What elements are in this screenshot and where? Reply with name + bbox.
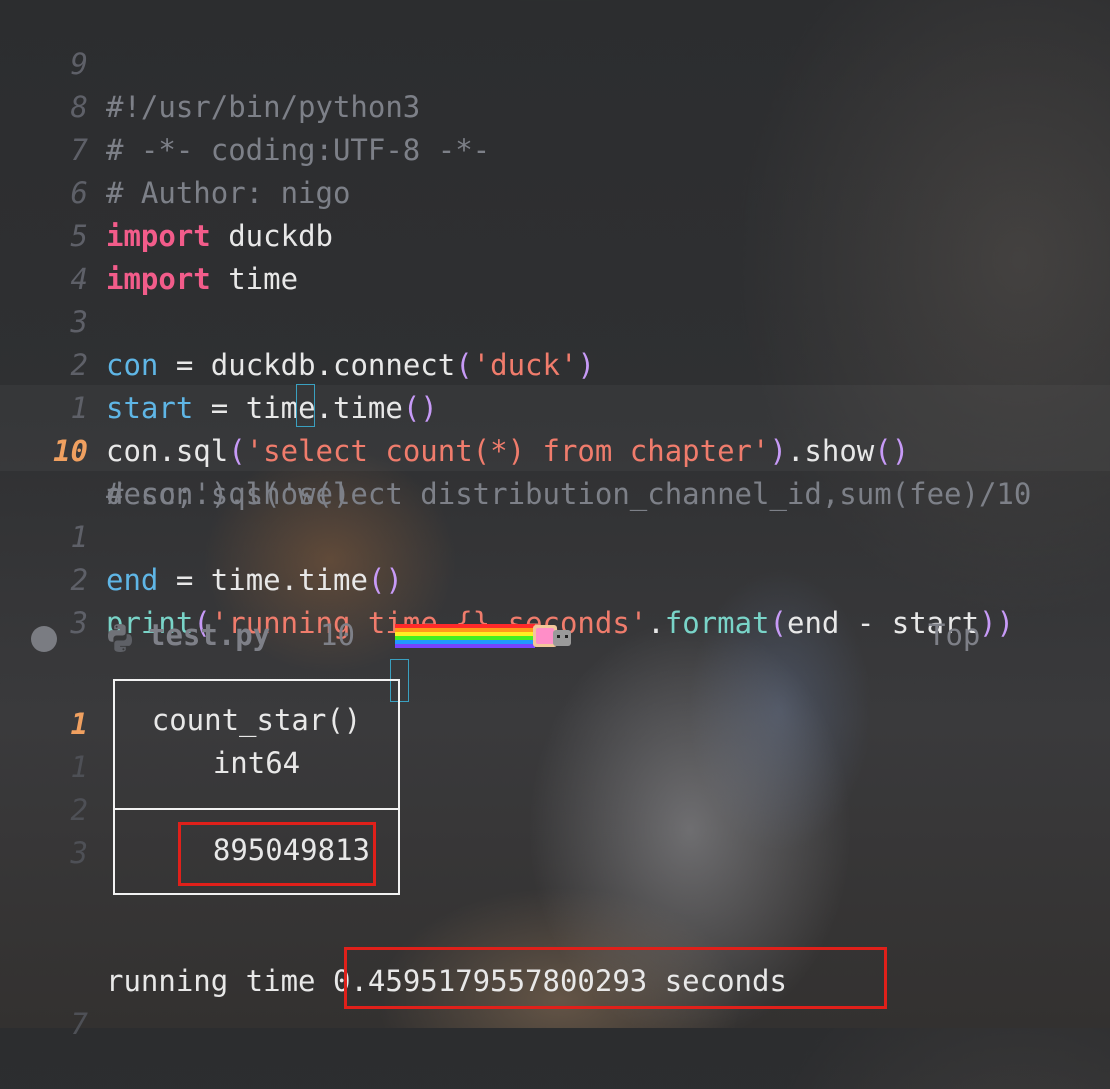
paren: (): [874, 434, 910, 468]
code-line-connect[interactable]: 3 con = duckdb.connect('duck'): [0, 258, 595, 382]
column-type: int64: [212, 746, 301, 780]
code-line-end[interactable]: 1 end = time.time(): [0, 473, 403, 597]
status-dot-icon: [31, 626, 57, 652]
output-line: 3: [0, 789, 88, 870]
line-number: 7: [70, 1007, 88, 1041]
scroll-position: Top: [928, 618, 981, 652]
function: con.sql: [106, 434, 229, 468]
keyword: import: [106, 219, 211, 253]
code-token: duckdb: [210, 219, 333, 253]
variable: con: [106, 348, 159, 382]
code-token: .show: [786, 434, 875, 468]
keyword: import: [106, 262, 211, 296]
code-text: con.sql('select count(*) from chapter').…: [106, 430, 909, 473]
code-comment: desc;').show(): [106, 477, 351, 511]
code-line-empty[interactable]: 4: [0, 215, 88, 296]
code-line-shebang[interactable]: 9 #!/usr/bin/python3: [0, 0, 421, 124]
code-comment: # -*- coding:UTF-8 -*-: [106, 133, 491, 167]
variable: start: [106, 391, 194, 425]
code-line-sql[interactable]: 1 con.sql('select count(*) from chapter'…: [0, 344, 910, 468]
paren: (: [228, 434, 246, 468]
result-label: running time: [106, 964, 333, 998]
code-text: end = time.time(): [106, 559, 403, 602]
output-line: 1: [0, 703, 88, 784]
code-line-commented-sql[interactable]: 10 # con.sql('select distribution_channe…: [0, 387, 1031, 511]
paren: (): [367, 563, 403, 597]
code-line-coding[interactable]: 8 # -*- coding:UTF-8 -*-: [0, 43, 491, 167]
highlight-box-time: [344, 947, 887, 1009]
column-name: count_star(): [151, 703, 362, 737]
output-line: 2: [0, 746, 88, 827]
paren: ): [577, 348, 595, 382]
code-text: con = duckdb.connect('duck'): [106, 344, 595, 387]
code-line-import-time[interactable]: 5 import time: [0, 172, 299, 296]
code-token: time: [210, 262, 299, 296]
paren: ): [769, 434, 787, 468]
paren: (: [455, 348, 473, 382]
output-line: 7: [0, 960, 88, 1041]
code-text: import time: [106, 258, 298, 301]
code-line-print[interactable]: 2 print('running time {} seconds'.format…: [0, 516, 1014, 640]
paren: (): [402, 391, 438, 425]
highlight-box-count: [178, 822, 376, 886]
code-comment: # Author: nigo: [106, 176, 351, 210]
table-divider: [115, 808, 398, 810]
code-line-empty[interactable]: 3: [0, 559, 88, 640]
code-token: = duckdb.connect: [158, 348, 456, 382]
status-line-number: 10: [320, 618, 355, 652]
code-token: = time.time: [158, 563, 368, 597]
code-line-start[interactable]: 2 start = time.time(): [0, 301, 438, 425]
status-bar: test.py 10 Top: [0, 614, 1110, 657]
output-line: 1: [0, 660, 88, 741]
line-number: 3: [70, 836, 88, 870]
string: 'select count(*) from chapter': [245, 434, 770, 468]
variable: end: [106, 563, 159, 597]
code-comment: #!/usr/bin/python3: [106, 90, 421, 124]
code-line-import-duckdb[interactable]: 6 import duckdb: [0, 129, 333, 253]
code-text: start = time.time(): [106, 387, 438, 430]
nyan-cat-icon: [395, 624, 571, 648]
text-cursor: [296, 384, 315, 427]
string: 'duck': [472, 348, 578, 382]
code-text: import duckdb: [106, 215, 333, 258]
file-name: test.py: [148, 618, 271, 652]
python-icon: [108, 624, 132, 652]
code-line-wrapped[interactable]: desc;').show(): [0, 430, 350, 511]
code-line-author[interactable]: 7 # Author: nigo: [0, 86, 351, 210]
